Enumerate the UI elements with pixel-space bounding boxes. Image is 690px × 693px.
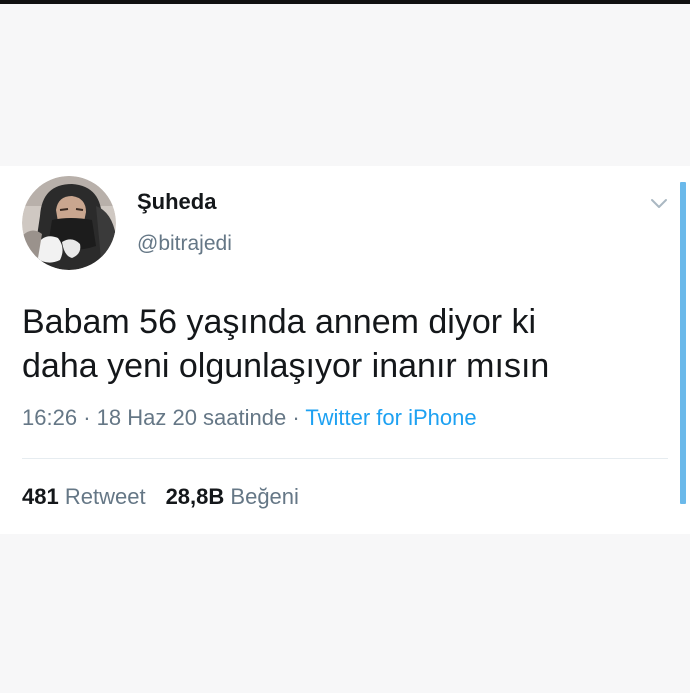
divider: [22, 458, 668, 459]
author-handle[interactable]: @bitrajedi: [137, 232, 232, 256]
screen-top-edge: [0, 0, 690, 4]
chevron-down-icon[interactable]: [648, 192, 670, 214]
scroll-indicator[interactable]: [680, 182, 686, 504]
tweet-text: Babam 56 yaşında annem diyor ki daha yen…: [22, 300, 662, 388]
meta-separator: ·: [83, 405, 91, 430]
tweet-meta: 16:26 · 18 Haz 20 saatinde · Twitter for…: [22, 405, 477, 431]
tweet-date[interactable]: 18 Haz 20 saatinde: [97, 405, 287, 430]
tweet-text-line-1: Babam 56 yaşında annem diyor ki: [22, 303, 537, 341]
meta-separator-2: ·: [292, 405, 300, 430]
tweet-text-line-2: daha yeni olgunlaşıyor inanır mısın: [22, 347, 550, 385]
like-count: 28,8B: [165, 484, 225, 509]
avatar[interactable]: [22, 176, 116, 270]
retweet-label: Retweet: [64, 484, 146, 509]
like-label: Beğeni: [230, 484, 299, 509]
tweet-time[interactable]: 16:26: [22, 405, 77, 430]
like-stat[interactable]: 28,8B Beğeni: [166, 484, 299, 509]
tweet-stats: 481 Retweet 28,8B Beğeni: [22, 484, 299, 510]
avatar-image: [22, 176, 116, 270]
retweet-count: 481: [22, 484, 59, 509]
author-name[interactable]: Şuheda: [137, 189, 216, 215]
tweet-source-link[interactable]: Twitter for iPhone: [305, 405, 476, 430]
retweet-stat[interactable]: 481 Retweet: [22, 484, 146, 509]
